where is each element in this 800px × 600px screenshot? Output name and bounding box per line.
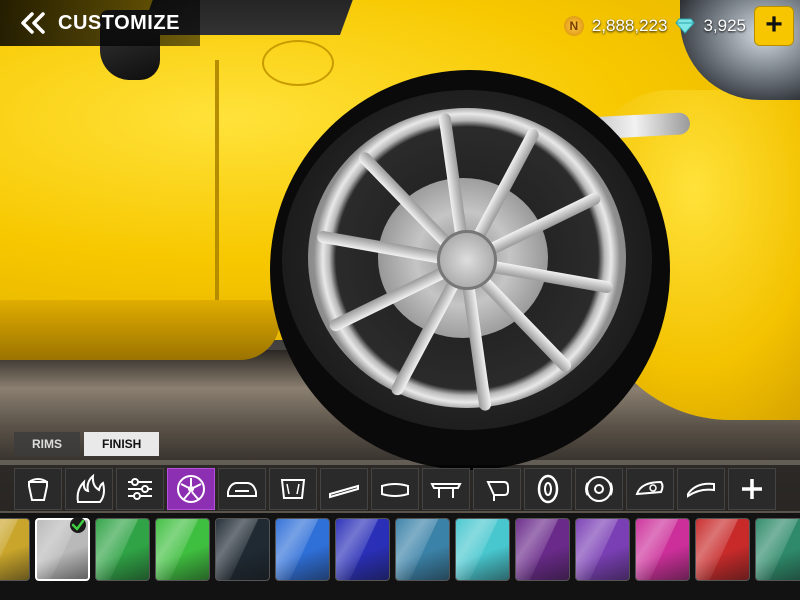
car-door-seam bbox=[215, 60, 219, 310]
rear-bumper-icon bbox=[381, 483, 409, 497]
category-button-tire[interactable] bbox=[524, 468, 572, 510]
roof-scoop-icon bbox=[687, 482, 715, 498]
coin-icon: N bbox=[563, 16, 584, 36]
category-button-paint-bucket[interactable] bbox=[14, 468, 62, 510]
flames-livery-icon bbox=[76, 474, 105, 503]
tab-rims[interactable]: RIMS bbox=[14, 432, 80, 456]
color-swatch[interactable] bbox=[335, 518, 390, 581]
plus-icon: + bbox=[765, 8, 783, 41]
brake-disc-icon bbox=[585, 476, 613, 502]
color-swatch[interactable] bbox=[695, 518, 750, 581]
rim-hub bbox=[437, 230, 497, 290]
category-button-front-bumper[interactable] bbox=[218, 468, 266, 510]
top-bar: CUSTOMIZE N 2,888,223 3,925 + bbox=[0, 0, 800, 50]
color-swatch[interactable] bbox=[215, 518, 270, 581]
paint-bucket-icon bbox=[28, 478, 48, 501]
category-button-rear-bumper[interactable] bbox=[371, 468, 419, 510]
category-toolbar bbox=[0, 465, 800, 511]
side-mirror-icon bbox=[486, 481, 509, 501]
category-button-headlight[interactable] bbox=[626, 468, 674, 510]
color-swatch[interactable] bbox=[515, 518, 570, 581]
currency-bar: N 2,888,223 3,925 + bbox=[563, 6, 794, 46]
rim-icon bbox=[177, 475, 205, 503]
add-currency-button[interactable]: + bbox=[754, 6, 794, 46]
color-swatch[interactable] bbox=[755, 518, 800, 581]
finish-swatch-list bbox=[0, 513, 800, 600]
tab-finish[interactable]: FINISH bbox=[84, 432, 160, 456]
color-swatch[interactable] bbox=[635, 518, 690, 581]
add-icon bbox=[742, 479, 762, 499]
category-button-add[interactable] bbox=[728, 468, 776, 510]
coin-balance: 2,888,223 bbox=[591, 16, 668, 35]
color-swatch[interactable] bbox=[275, 518, 330, 581]
category-button-tuning-sliders[interactable] bbox=[116, 468, 164, 510]
double-chevron-left-icon bbox=[21, 12, 45, 34]
category-button-flames-livery[interactable] bbox=[65, 468, 113, 510]
category-button-rim[interactable] bbox=[167, 468, 215, 510]
color-swatch[interactable] bbox=[395, 518, 450, 581]
headlight-icon bbox=[635, 480, 664, 496]
category-button-brake-disc[interactable] bbox=[575, 468, 623, 510]
color-swatch[interactable] bbox=[155, 518, 210, 581]
side-skirt-icon bbox=[329, 484, 359, 499]
gem-balance: 3,925 bbox=[703, 16, 746, 35]
diamond-icon bbox=[675, 18, 696, 34]
category-button-spoiler[interactable] bbox=[422, 468, 470, 510]
mode-tabs: RIMS FINISH bbox=[14, 432, 160, 456]
back-button[interactable] bbox=[18, 8, 48, 38]
header: CUSTOMIZE bbox=[0, 0, 200, 46]
tire-icon bbox=[537, 474, 559, 504]
category-button-side-mirror[interactable] bbox=[473, 468, 521, 510]
category-button-roof-scoop[interactable] bbox=[677, 468, 725, 510]
category-button-hood[interactable] bbox=[269, 468, 317, 510]
color-swatch[interactable] bbox=[0, 518, 30, 581]
color-swatch[interactable] bbox=[575, 518, 630, 581]
category-button-side-skirt[interactable] bbox=[320, 468, 368, 510]
car-rocker-panel bbox=[0, 300, 280, 360]
front-bumper-icon bbox=[227, 482, 257, 497]
hood-icon bbox=[280, 479, 306, 499]
tuning-sliders-icon bbox=[128, 478, 152, 500]
color-swatch[interactable] bbox=[455, 518, 510, 581]
selected-check-icon bbox=[70, 517, 86, 533]
spoiler-icon bbox=[430, 483, 462, 498]
page-title: CUSTOMIZE bbox=[58, 11, 180, 34]
color-swatch[interactable] bbox=[95, 518, 150, 581]
